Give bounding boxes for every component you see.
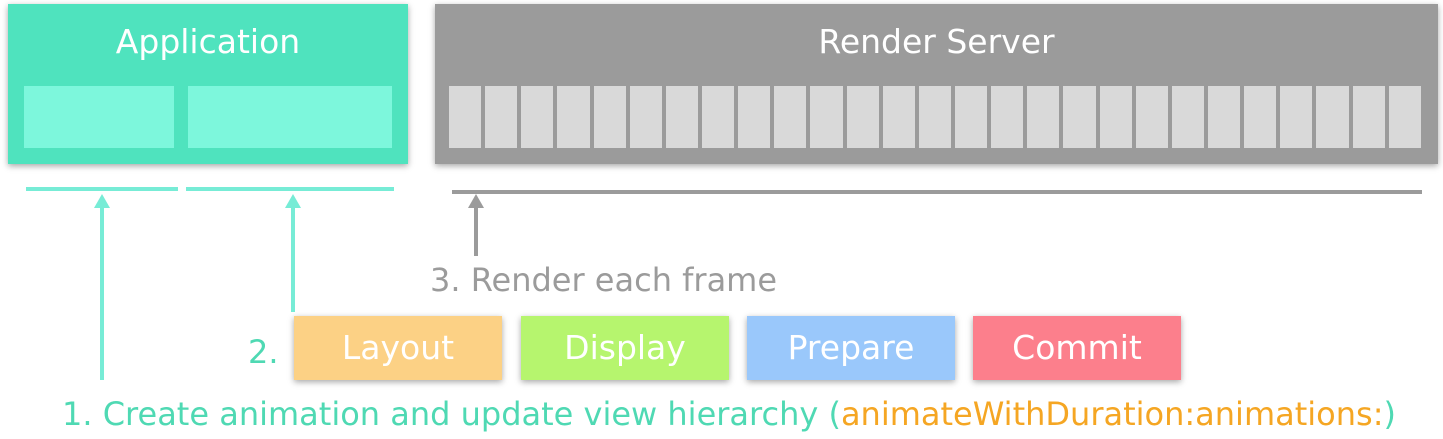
frame-cell [1352,86,1385,148]
frame-cell [738,86,771,148]
phase-prepare-box: Prepare [747,316,955,380]
step1-close: ) [1383,395,1396,433]
render-server-box: Render Server [435,4,1438,164]
frame-cell [701,86,735,148]
render-server-title: Render Server [818,22,1055,61]
frame-cell [991,86,1024,148]
frame-cell [918,86,951,148]
frame-cell [1207,86,1241,148]
step3-arrow-head-icon [468,194,484,208]
step3-arrow-shaft [474,206,478,256]
frame-cell [774,86,807,148]
frame-cell [629,86,662,148]
frame-cell [485,86,518,148]
application-slot-right [188,86,392,148]
frame-cell [521,86,554,148]
step2-arrow-shaft [291,206,295,312]
phase-display-box: Display [521,316,729,380]
application-baseline-left [26,187,178,191]
frame-cell [1388,86,1421,148]
step2-arrow-head-icon [285,194,301,208]
step3-label: 3. Render each frame [430,261,778,299]
application-title: Application [115,22,301,61]
frame-cell [882,86,915,148]
frame-cell [665,86,698,148]
frame-cell [1099,86,1132,148]
step1-method: animateWithDuration:animations: [840,395,1384,433]
application-baseline-right [186,187,394,191]
step1-arrow-shaft [100,206,104,380]
step1-arrow-head-icon [94,194,110,208]
step1-label: 1. Create animation and update view hier… [62,394,1396,434]
phase-commit-box: Commit [973,316,1181,380]
render-frames [449,86,1421,148]
step2-label: 2. [248,333,279,371]
frame-cell [1027,86,1060,148]
frame-cell [846,86,879,148]
step1-text: 1. Create animation and update view hier… [62,395,841,433]
frame-cell [1316,86,1349,148]
frame-cell [810,86,843,148]
frame-cell [954,86,988,148]
frame-cell [1135,86,1168,148]
frame-cell [593,86,626,148]
application-slot-left [24,86,174,148]
frame-cell [449,86,482,148]
frame-cell [1063,86,1096,148]
frame-cell [1280,86,1313,148]
render-server-baseline [452,190,1422,194]
application-box: Application [8,4,408,164]
frame-cell [1171,86,1204,148]
frame-cell [1244,86,1277,148]
frame-cell [557,86,590,148]
phase-layout-box: Layout [294,316,502,380]
